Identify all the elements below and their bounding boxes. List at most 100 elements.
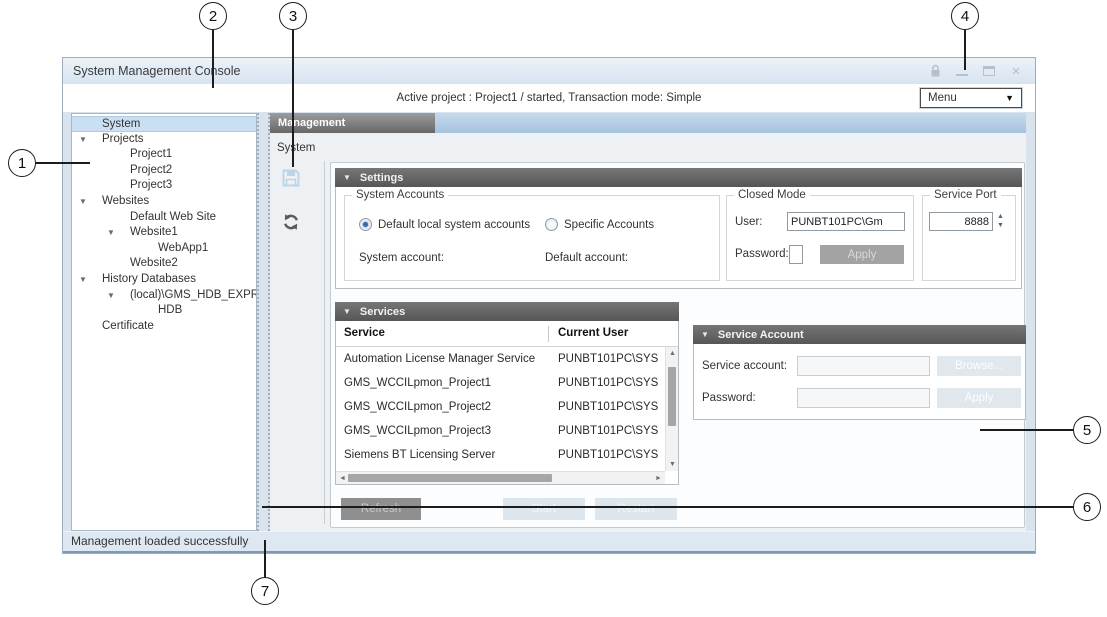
refresh-icon [281, 212, 301, 232]
tree-item[interactable]: Project2 [72, 163, 256, 179]
radio-specific-accounts[interactable]: Specific Accounts [545, 218, 654, 231]
services-body: Service Current User Automation License … [335, 321, 679, 485]
tree-item-label: Project3 [130, 179, 172, 191]
window-body: System▼ProjectsProject1Project2Project3▼… [63, 112, 1035, 531]
scroll-down-icon[interactable]: ▼ [666, 458, 679, 471]
tree-item[interactable]: ▼Website1 [72, 225, 256, 241]
refresh-services-button[interactable] [279, 210, 303, 234]
service-port-input[interactable] [929, 212, 993, 231]
callout-line-3 [292, 30, 294, 167]
window-controls: × [926, 58, 1025, 84]
title-bar[interactable]: System Management Console × [63, 58, 1035, 84]
system-accounts-group: System Accounts Default local system acc… [344, 195, 720, 281]
table-row[interactable]: GMS_WCCILpmon_Project1PUNBT101PC\SYS [336, 371, 665, 395]
services-table-body: Automation License Manager ServicePUNBT1… [336, 347, 665, 471]
vertical-scrollbar[interactable]: ▲ ▼ [665, 347, 678, 471]
tree-splitter[interactable] [257, 113, 270, 531]
column-current-user[interactable]: Current User [558, 327, 628, 339]
browse-button[interactable]: Browse... [937, 356, 1021, 376]
vertical-scroll-thumb[interactable] [668, 367, 676, 427]
table-row[interactable]: Automation License Manager ServicePUNBT1… [336, 347, 665, 371]
service-account-password-input[interactable] [797, 388, 930, 408]
tree-item[interactable]: ▼ Websites [72, 194, 256, 210]
callout-1: 1 [8, 149, 36, 177]
settings-body: System Accounts Default local system acc… [335, 187, 1022, 289]
restart-button[interactable]: Restart [595, 498, 677, 520]
tree-item[interactable]: Website2 [72, 256, 256, 272]
spinner-up-icon[interactable]: ▲ [997, 213, 1004, 220]
table-row[interactable]: Siemens BT Licensing ServerPUNBT101PC\SY… [336, 443, 665, 467]
collapse-icon: ▼ [343, 307, 351, 316]
radio-specific-accounts-label: Specific Accounts [564, 219, 654, 231]
tree-item-label: (local)\GMS_HDB_EXPRESS [130, 289, 257, 301]
tab-strip: Management [270, 113, 1026, 133]
minimize-button[interactable] [953, 63, 971, 79]
tree-item-label: HDB [158, 304, 182, 316]
refresh-button[interactable]: Refresh [341, 498, 421, 520]
service-account-section: ▼ Service Account Service account: Brows… [693, 325, 1026, 420]
callout-line-4 [964, 30, 966, 70]
closed-mode-user-input[interactable] [787, 212, 905, 231]
tab-management[interactable]: Management [270, 113, 435, 133]
closed-mode-legend: Closed Mode [734, 189, 810, 202]
closed-mode-group: Closed Mode User: Password: Apply [726, 195, 914, 281]
close-button[interactable]: × [1007, 63, 1025, 79]
table-row[interactable]: GMS_WCCILpmon_Project3PUNBT101PC\SYS [336, 419, 665, 443]
service-account-header[interactable]: ▼ Service Account [693, 325, 1026, 344]
tree-item[interactable]: System [72, 116, 256, 132]
closed-mode-password-input[interactable] [789, 245, 803, 264]
tree-item-label: Project1 [130, 148, 172, 160]
settings-header[interactable]: ▼ Settings [335, 168, 1022, 187]
tree-item-label: Websites [102, 195, 149, 207]
page-title: System [277, 142, 315, 154]
scroll-right-icon[interactable]: ► [652, 472, 665, 485]
tree-item-label: Project2 [130, 164, 172, 176]
tree-item-label: WebApp1 [158, 242, 208, 254]
table-row[interactable]: GMS_WCCILpmon_Project2PUNBT101PC\SYS [336, 395, 665, 419]
tree-item[interactable]: Default Web Site [72, 210, 256, 226]
tree-item[interactable]: Certificate [72, 319, 256, 335]
closed-mode-apply-button[interactable]: Apply [820, 245, 904, 264]
app-window: System Management Console × Active proje… [62, 57, 1036, 554]
service-account-apply-button[interactable]: Apply [937, 388, 1021, 408]
column-service[interactable]: Service [344, 327, 385, 339]
callout-3: 3 [279, 2, 307, 30]
tree-expand-icon[interactable]: ▼ [79, 272, 87, 288]
tree-expand-icon[interactable]: ▼ [79, 194, 87, 210]
tree-expand-icon[interactable]: ▼ [79, 132, 87, 148]
tree-expand-icon[interactable]: ▼ [107, 288, 115, 304]
tree-item[interactable]: HDB [72, 303, 256, 319]
scroll-up-icon[interactable]: ▲ [666, 347, 679, 360]
tree-item[interactable]: Project3 [72, 178, 256, 194]
spinner-down-icon[interactable]: ▼ [997, 222, 1004, 229]
collapse-icon: ▼ [701, 330, 709, 339]
active-project-text: Active project : Project1 / started, Tra… [63, 84, 1035, 112]
radio-default-accounts[interactable]: Default local system accounts [359, 218, 530, 231]
save-button[interactable] [279, 166, 303, 190]
menu-dropdown[interactable]: Menu ▼ [920, 88, 1022, 108]
tree-item-label: Website2 [130, 257, 178, 269]
password-label: Password: [735, 248, 789, 260]
settings-title: Settings [360, 172, 403, 184]
horizontal-scrollbar[interactable]: ◄ ► [336, 471, 665, 484]
close-icon: × [1012, 64, 1021, 79]
tree-item[interactable]: ▼History Databases [72, 272, 256, 288]
tree-item[interactable]: WebApp1 [72, 241, 256, 257]
system-tree: System▼ProjectsProject1 Project2 Project3 ▼… [71, 113, 257, 531]
radio-unchecked-icon[interactable] [545, 218, 558, 231]
service-name-cell: GMS_WCCILpmon_Project2 [344, 395, 544, 419]
services-header[interactable]: ▼ Services [335, 302, 679, 321]
callout-7: 7 [251, 577, 279, 605]
system-account-label: System account: [359, 252, 444, 264]
column-divider [548, 326, 549, 342]
start-button[interactable]: Start [503, 498, 585, 520]
service-account-input[interactable] [797, 356, 930, 376]
radio-checked-icon[interactable] [359, 218, 372, 231]
tree-item[interactable]: ▼Projects [72, 132, 256, 148]
tree-expand-icon[interactable]: ▼ [107, 225, 115, 241]
horizontal-scroll-thumb[interactable] [348, 474, 552, 482]
maximize-button[interactable] [980, 63, 998, 79]
service-port-spinner[interactable]: ▲ ▼ [997, 213, 1004, 229]
tree-item[interactable]: Project1 [72, 147, 256, 163]
tree-item[interactable]: ▼ (local)\GMS_HDB_EXPRESS [72, 288, 256, 304]
